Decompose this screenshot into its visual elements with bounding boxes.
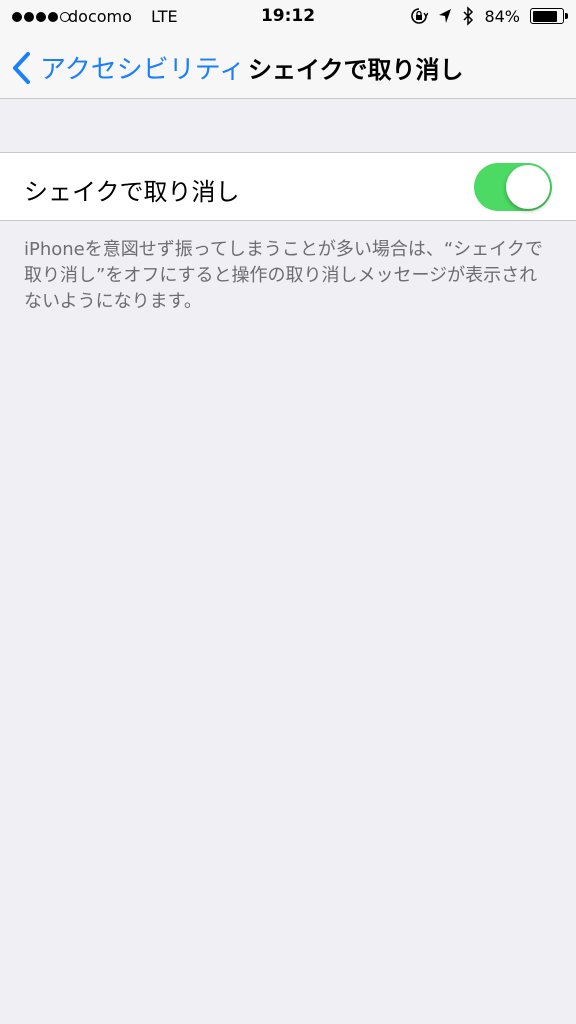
settings-group: シェイクで取り消し [0, 152, 576, 221]
navigation-bar: アクセシビリティ シェイクで取り消し [0, 36, 576, 99]
page-title: シェイクで取り消し [248, 56, 464, 84]
bluetooth-icon [463, 6, 474, 26]
battery-percentage: 84% [484, 6, 520, 26]
shake-to-undo-label: シェイクで取り消し [24, 178, 240, 206]
status-bar: docomo LTE 19:12 84% [0, 0, 576, 36]
back-button[interactable]: アクセシビリティ [10, 49, 245, 86]
screen: docomo LTE 19:12 84% アクセシビリティ シェイクで取り消し … [0, 0, 576, 1024]
orientation-lock-icon [411, 8, 429, 24]
shake-to-undo-toggle[interactable] [474, 163, 552, 211]
footer-description: iPhoneを意図せず振ってしまうことが多い場合は、“シェイクで取り消し”をオフ… [24, 239, 543, 312]
toggle-knob [506, 165, 550, 209]
battery-icon [530, 8, 568, 24]
status-icons: 84% [410, 6, 568, 26]
location-arrow-icon [439, 9, 452, 23]
back-button-label: アクセシビリティ [40, 55, 246, 85]
chevron-left-icon [13, 51, 30, 84]
